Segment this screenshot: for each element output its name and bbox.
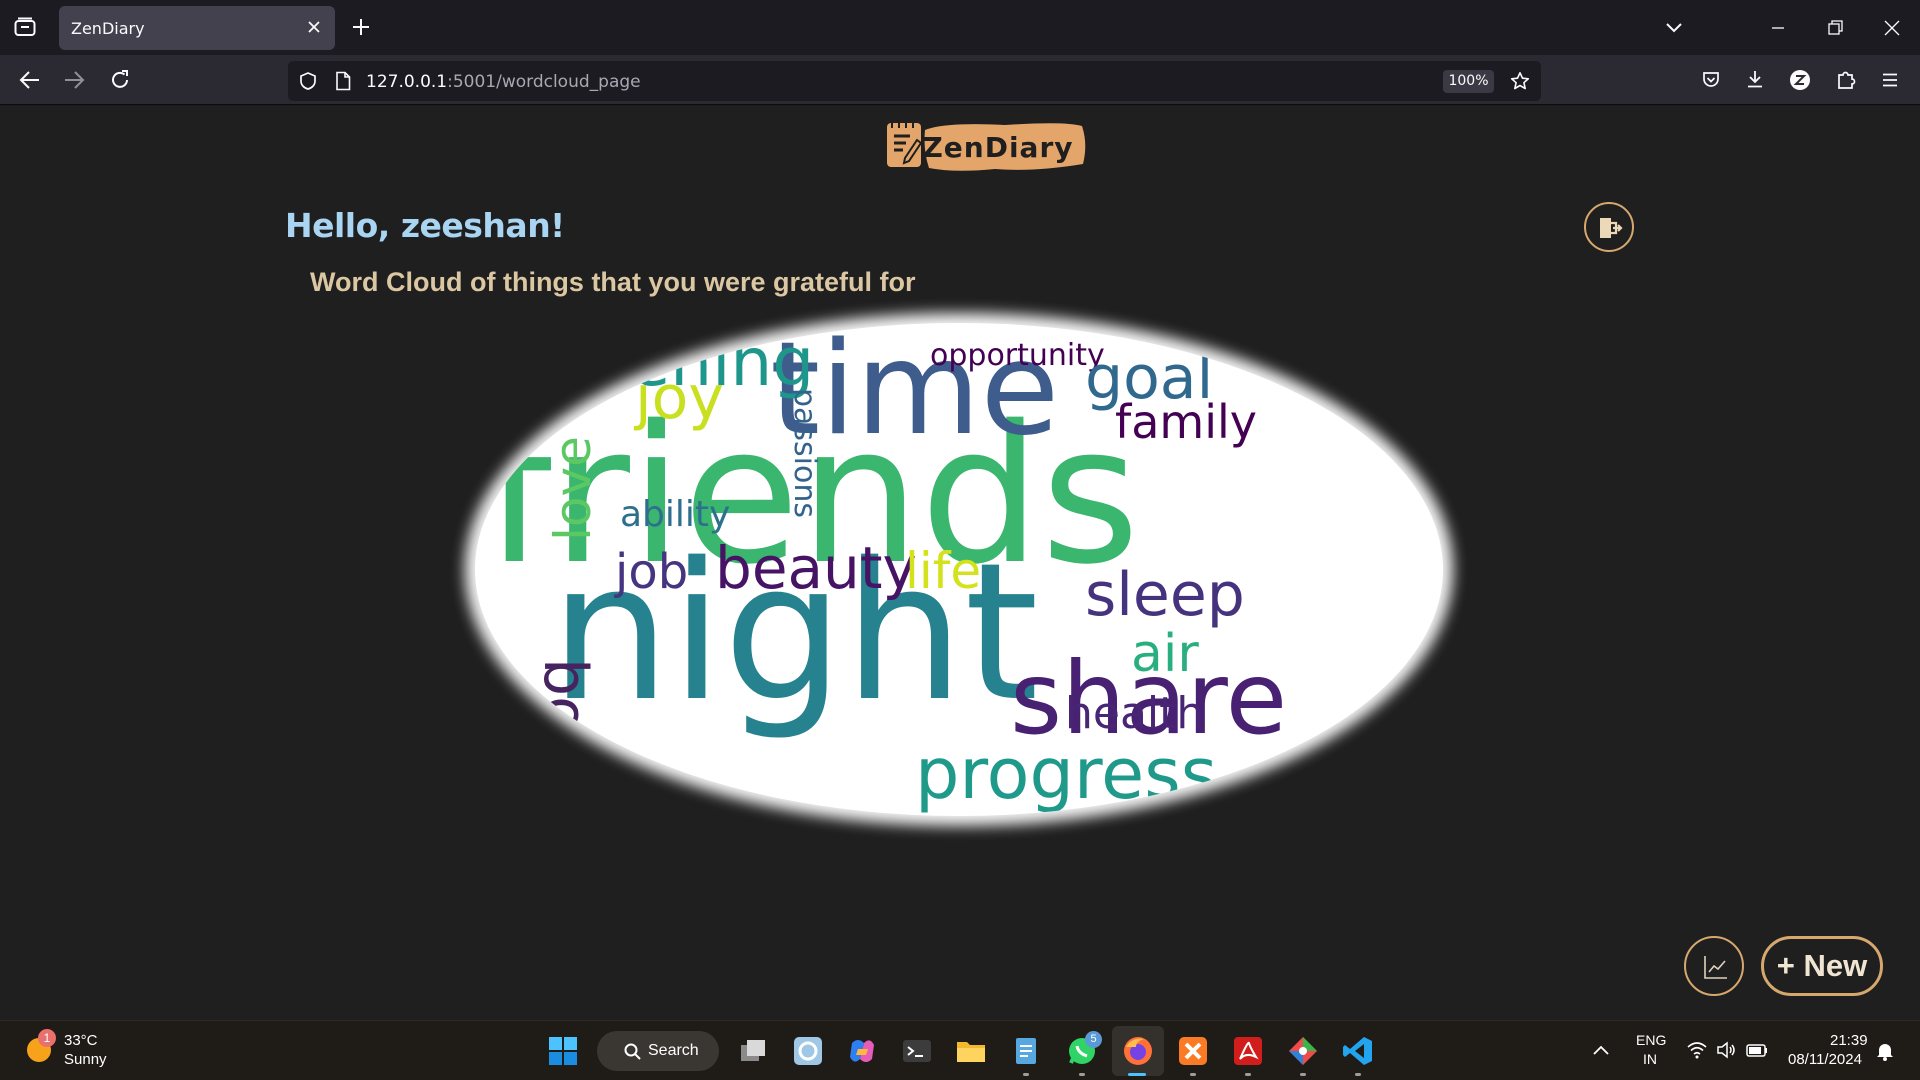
url-text: 127.0.0.1:5001/wordcloud_page — [366, 72, 641, 92]
close-tab-icon[interactable] — [303, 16, 325, 38]
wordcloud-word-life: life — [905, 542, 981, 600]
weather-temperature: 33°C — [64, 1032, 98, 1049]
running-indicator — [1355, 1073, 1361, 1076]
clock-time[interactable]: 21:39 — [1830, 1032, 1868, 1049]
language-line1[interactable]: ENG — [1636, 1032, 1666, 1048]
zendiary-logo[interactable]: ZenDiary — [885, 120, 1087, 176]
url-path: :5001/wordcloud_page — [447, 72, 641, 92]
running-indicator — [1300, 1073, 1306, 1076]
weather-badge: 1 — [38, 1029, 56, 1047]
task-view-icon[interactable] — [737, 1035, 769, 1067]
wifi-icon[interactable] — [1686, 1041, 1708, 1059]
firefox-icon[interactable] — [1122, 1035, 1154, 1067]
page-info-icon[interactable] — [334, 71, 352, 91]
logout-button[interactable] — [1584, 202, 1634, 252]
show-hidden-icons-icon[interactable] — [1592, 1043, 1610, 1057]
logo-text: ZenDiary — [922, 131, 1074, 164]
browser-tab-strip: ZenDiary — [0, 0, 1920, 55]
running-indicator — [1190, 1073, 1196, 1076]
wordcloud-word-joy: joy — [633, 363, 724, 433]
taskbar-search[interactable]: Search — [597, 1031, 719, 1071]
line-chart-icon — [1704, 956, 1727, 979]
new-tab-icon[interactable] — [351, 17, 371, 37]
address-bar[interactable]: 127.0.0.1:5001/wordcloud_page 100% — [288, 61, 1541, 101]
notepad-icon[interactable] — [1010, 1035, 1042, 1067]
wordcloud-word-opportunity: opportunity — [930, 338, 1105, 373]
wordcloud-word-beauty: beauty — [715, 534, 917, 602]
url-host: 127.0.0.1 — [366, 72, 448, 92]
bookmark-star-icon[interactable] — [1510, 71, 1530, 91]
wordcloud-word-ability: ability — [620, 494, 730, 535]
navigation-toolbar: 127.0.0.1:5001/wordcloud_page 100% — [0, 55, 1920, 105]
tab-manager-icon[interactable] — [14, 17, 36, 37]
terminal-icon[interactable] — [901, 1035, 933, 1067]
language-line2[interactable]: IN — [1643, 1051, 1657, 1067]
wordcloud-word-progress: progress — [915, 733, 1217, 815]
git-app-icon[interactable] — [1287, 1035, 1319, 1067]
browser-tab[interactable]: ZenDiary — [59, 6, 335, 50]
weather-widget[interactable]: 1 33°C Sunny — [24, 1029, 124, 1073]
whatsapp-badge: 5 — [1085, 1031, 1102, 1048]
logout-icon — [1600, 218, 1623, 238]
battery-icon[interactable] — [1746, 1042, 1768, 1058]
minimize-window-icon[interactable] — [1768, 18, 1788, 38]
pocket-icon[interactable] — [1701, 70, 1721, 90]
tab-title: ZenDiary — [71, 19, 145, 38]
running-indicator-active — [1128, 1073, 1146, 1076]
widgets-app-icon[interactable] — [792, 1035, 824, 1067]
xampp-icon[interactable] — [1177, 1035, 1209, 1067]
app-menu-icon[interactable] — [1880, 70, 1900, 90]
wordcloud-word-job: job — [614, 544, 688, 600]
running-indicator — [1023, 1073, 1029, 1076]
zoom-level-button[interactable]: 100% — [1443, 70, 1494, 93]
word-cloud-background: friends night time share progress evening slee… — [475, 323, 1443, 816]
wordcloud-word-family: family — [1115, 395, 1257, 449]
page-content: ZenDiary Hello, zeeshan! Word Cloud of t… — [0, 106, 1920, 1020]
running-indicator — [1245, 1073, 1251, 1076]
wordcloud-word-book: book — [530, 658, 600, 805]
file-explorer-icon[interactable] — [955, 1035, 987, 1067]
account-icon[interactable] — [1789, 69, 1811, 91]
wordcloud-word-love: love — [544, 436, 602, 541]
windows-taskbar: 1 33°C Sunny Search 5 ENG IN 21:39 08/11… — [0, 1020, 1920, 1080]
windows-start-icon[interactable] — [548, 1036, 578, 1066]
search-icon — [624, 1043, 641, 1060]
clock-date[interactable]: 08/11/2024 — [1788, 1051, 1862, 1068]
wordcloud-word-sleep: sleep — [1085, 560, 1245, 630]
wordcloud-word-health: health — [1065, 688, 1204, 739]
downloads-icon[interactable] — [1745, 69, 1765, 89]
forward-icon[interactable] — [63, 70, 85, 90]
wordcloud-word-air: air — [1131, 624, 1199, 684]
back-icon[interactable] — [19, 70, 41, 90]
copilot-icon[interactable] — [846, 1035, 878, 1067]
restore-window-icon[interactable] — [1825, 18, 1845, 38]
shield-icon[interactable] — [298, 71, 318, 91]
weather-condition: Sunny — [64, 1051, 107, 1068]
volume-icon[interactable] — [1716, 1041, 1736, 1059]
wordcloud-subtitle: Word Cloud of things that you were grate… — [310, 267, 916, 297]
notification-bell-icon[interactable] — [1876, 1041, 1894, 1061]
reload-icon[interactable] — [109, 69, 131, 91]
word-cloud-svg: friendsnighttimeshareprogresseveningslee… — [485, 323, 1287, 816]
word-cloud: friends night time share progress evening slee… — [475, 323, 1443, 816]
close-window-icon[interactable] — [1882, 18, 1902, 38]
list-all-tabs-icon[interactable] — [1664, 18, 1684, 38]
stats-button[interactable] — [1684, 936, 1744, 996]
acrobat-reader-icon[interactable] — [1232, 1035, 1264, 1067]
search-label: Search — [648, 1042, 699, 1059]
vscode-icon[interactable] — [1342, 1035, 1374, 1067]
greeting-heading: Hello, zeeshan! — [285, 206, 565, 245]
extensions-icon[interactable] — [1835, 69, 1857, 91]
wordcloud-word-passions: passions — [787, 388, 822, 518]
running-indicator — [1079, 1073, 1085, 1076]
new-entry-button[interactable]: + New — [1761, 936, 1883, 996]
